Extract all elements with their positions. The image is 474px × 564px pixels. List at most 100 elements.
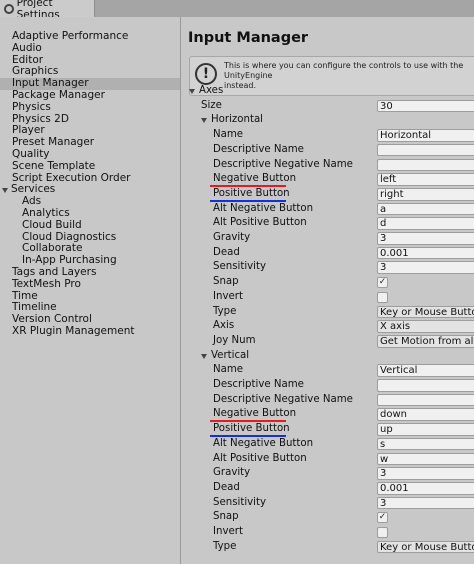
- field-label: Descriptive Negative Name: [213, 158, 353, 170]
- invert-checkbox[interactable]: [377, 527, 388, 538]
- vertical-descriptive-negative-name-row: Descriptive Negative Name: [182, 393, 474, 408]
- alt-positive-button-field[interactable]: d: [377, 217, 474, 230]
- sidebar-item-label: Input Manager: [12, 77, 89, 90]
- sidebar-item-label: Adaptive Performance: [12, 30, 129, 42]
- sidebar-item-label: Tags and Layers: [12, 265, 97, 278]
- vertical-negative-button-row: Negative Button down: [182, 407, 474, 423]
- type-dropdown[interactable]: Key or Mouse Button: [377, 305, 474, 319]
- alt-negative-button-field[interactable]: s: [377, 437, 474, 451]
- settings-sidebar: Adaptive Performance Audio Editor Graphics I…: [0, 17, 181, 564]
- descriptive-negative-name-field[interactable]: [377, 158, 474, 172]
- vertical-alt-negative-button-row: Alt Negative Button s: [182, 437, 474, 452]
- axes-foldout: Axes: [182, 84, 474, 99]
- sidebar-item-label: Physics: [12, 100, 51, 113]
- sidebar-item-xr-plugin-management[interactable]: XR Plugin Management: [0, 324, 180, 338]
- descriptive-negative-name-field[interactable]: [377, 393, 474, 407]
- horizontal-name-row: Name Horizontal: [182, 128, 474, 143]
- sidebar-item-label: Cloud Build: [22, 218, 82, 231]
- name-field[interactable]: Vertical: [377, 364, 474, 377]
- field-label: Invert: [213, 526, 243, 537]
- gravity-field[interactable]: 3: [377, 232, 474, 245]
- sidebar-item-label: Collaborate: [22, 242, 83, 255]
- negative-button-field[interactable]: left: [377, 173, 474, 186]
- axis-dropdown[interactable]: X axis: [377, 320, 474, 333]
- sidebar-item-label: Physics 2D: [12, 112, 69, 125]
- descriptive-name-field[interactable]: [377, 379, 474, 392]
- positive-button-field[interactable]: right: [377, 187, 474, 201]
- vertical-descriptive-name-row: Descriptive Name: [182, 378, 474, 393]
- joy-num-dropdown[interactable]: Get Motion from all Joysticks: [377, 334, 474, 348]
- horizontal-sensitivity-row: Sensitivity 3: [182, 260, 474, 275]
- horizontal-axis-row: Axis X axis: [182, 319, 474, 334]
- vertical-dead-row: Dead 0.001: [182, 481, 474, 496]
- positive-button-field[interactable]: up: [377, 423, 474, 436]
- snap-checkbox[interactable]: ✓: [377, 512, 388, 524]
- input-manager-panel: Input Manager ! This is where you can co…: [182, 17, 474, 564]
- horizontal-positive-button-row: Positive Button right: [182, 187, 474, 202]
- horizontal-joy-num-row: Joy Num Get Motion from all Joysticks: [182, 334, 474, 349]
- expand-caret-icon[interactable]: [2, 187, 8, 193]
- alt-negative-button-field[interactable]: a: [377, 202, 474, 216]
- sidebar-item-label: Script Execution Order: [12, 171, 131, 184]
- field-label: Invert: [213, 290, 243, 302]
- field-label: Sensitivity: [213, 496, 267, 508]
- field-label: Gravity: [213, 467, 251, 479]
- page-title: Input Manager: [188, 30, 309, 46]
- snap-checkbox[interactable]: ✓: [377, 277, 388, 289]
- horizontal-gravity-row: Gravity 3: [182, 231, 474, 246]
- horizontal-invert-row: Invert: [182, 290, 474, 305]
- name-field[interactable]: Horizontal: [377, 129, 474, 142]
- warning-icon: !: [195, 63, 217, 85]
- vertical-sensitivity-row: Sensitivity 3: [182, 496, 474, 511]
- size-field[interactable]: 30: [377, 99, 474, 113]
- vertical-positive-button-row: Positive Button up: [182, 422, 474, 438]
- vertical-gravity-row: Gravity 3: [182, 466, 474, 481]
- sidebar-item-label: Version Control: [12, 313, 92, 326]
- field-label: Size: [201, 99, 222, 111]
- type-dropdown[interactable]: Key or Mouse Button: [377, 540, 474, 554]
- vertical-type-row: Type Key or Mouse Button: [182, 540, 474, 555]
- horizontal-snap-row: Snap ✓: [182, 275, 474, 290]
- sidebar-item-label: Preset Manager: [12, 136, 95, 149]
- field-label: Joy Num: [213, 334, 256, 346]
- size-row: Size 30: [182, 99, 474, 114]
- descriptive-name-field[interactable]: [377, 143, 474, 157]
- sensitivity-field[interactable]: 3: [377, 496, 474, 510]
- title-bar: Project Settings: [0, 0, 474, 21]
- vertical-snap-row: Snap ✓: [182, 510, 474, 525]
- field-label: Horizontal: [211, 114, 264, 126]
- sidebar-item-label: Package Manager: [12, 88, 105, 101]
- info-text-line-1: This is where you can configure the cont…: [224, 61, 464, 80]
- sidebar-item-label: Ads: [22, 195, 42, 208]
- field-label: Snap: [213, 511, 239, 523]
- invert-checkbox[interactable]: [377, 291, 388, 303]
- field-label: Descriptive Name: [213, 143, 304, 155]
- foldout-arrow-icon[interactable]: [189, 89, 195, 94]
- horizontal-descriptive-negative-name-row: Descriptive Negative Name: [182, 158, 474, 173]
- horizontal-descriptive-name-row: Descriptive Name: [182, 143, 474, 158]
- project-settings-tab[interactable]: Project Settings: [0, 0, 95, 21]
- foldout-arrow-icon[interactable]: [201, 118, 207, 124]
- field-label: Sensitivity: [213, 261, 267, 273]
- field-label: Name: [213, 364, 244, 376]
- vertical-name-row: Name Vertical: [182, 363, 474, 378]
- negative-button-field[interactable]: down: [377, 408, 474, 422]
- gravity-field[interactable]: 3: [377, 467, 474, 480]
- sidebar-item-label: Graphics: [12, 65, 59, 78]
- field-label: Alt Negative Button: [213, 437, 314, 449]
- sidebar-item-label: TextMesh Pro: [12, 277, 81, 290]
- dead-field[interactable]: 0.001: [377, 246, 474, 260]
- field-label: Name: [213, 129, 244, 141]
- alt-positive-button-field[interactable]: w: [377, 452, 474, 466]
- foldout-arrow-icon[interactable]: [201, 353, 207, 359]
- sidebar-item-label: XR Plugin Management: [12, 324, 135, 337]
- field-label: Alt Positive Button: [213, 217, 307, 229]
- field-label: Type: [213, 305, 237, 317]
- sidebar-item-label: Audio: [12, 41, 42, 54]
- dead-field[interactable]: 0.001: [377, 481, 474, 495]
- horizontal-dead-row: Dead 0.001: [182, 246, 474, 261]
- sensitivity-field[interactable]: 3: [377, 261, 474, 275]
- field-label: Axes: [199, 85, 224, 96]
- sidebar-item-label: Timeline: [12, 301, 57, 314]
- horizontal-foldout: Horizontal: [182, 113, 474, 128]
